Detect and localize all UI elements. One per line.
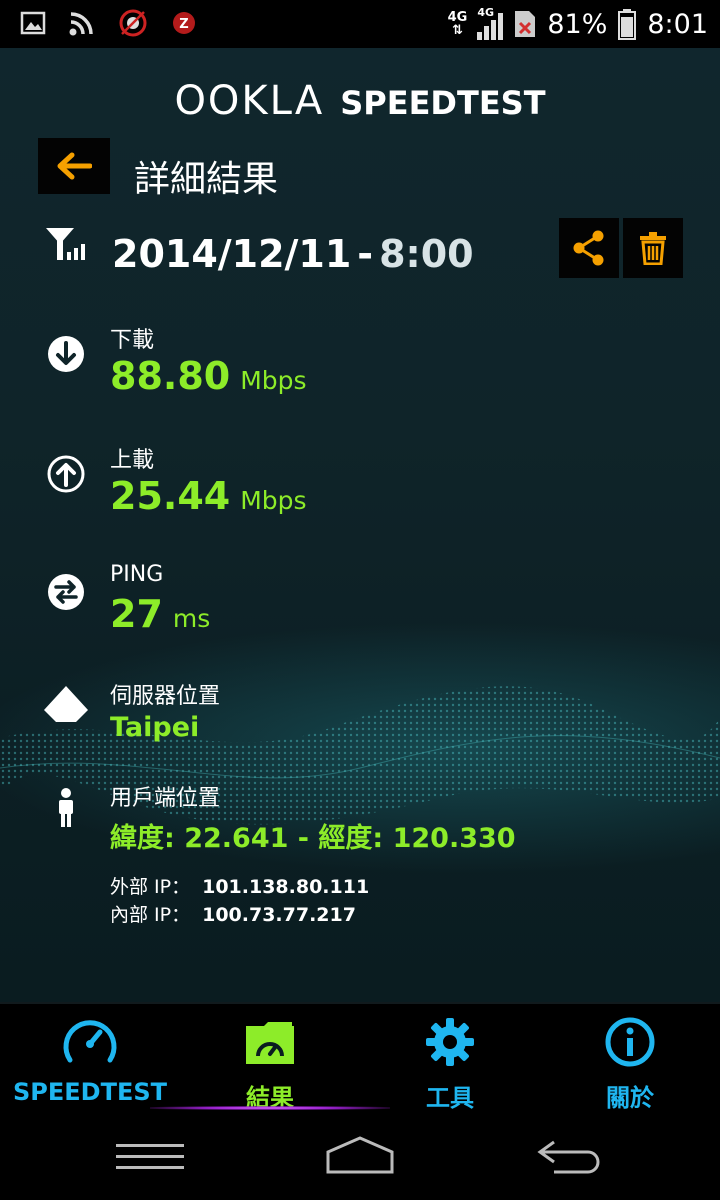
results-folder-icon [246,1022,294,1064]
ping-unit: ms [172,604,211,633]
speedometer-icon [63,1020,117,1063]
external-ip-label: 外部 IP： [110,876,191,898]
upload-unit: Mbps [240,486,307,515]
client-label: 用戶端位置 [110,786,221,811]
network-type-icon: 4G ⇅ [447,10,468,38]
connection-type-icon [46,228,85,260]
status-bar: Z 4G ⇅ 4G 81% 8:01 [0,0,720,48]
server-value: Taipei [110,712,200,743]
info-icon [605,1017,655,1067]
tab-about-label: 關於 [606,1084,654,1112]
bottom-tab-bar: SPEEDTEST 結果 工具 關於 [0,1002,720,1112]
download-unit: Mbps [240,366,307,395]
client-coordinates: 緯度: 22.641 - 經度: 120.330 [110,823,516,854]
app-logo: OOKLA SPEEDTEST [0,78,720,124]
signal-strength-icon: 4G [477,6,504,40]
tab-results[interactable]: 結果 [180,1016,360,1113]
trash-icon [640,232,666,265]
upload-label: 上載 [110,448,155,473]
rss-icon [69,12,93,36]
test-time: 8:00 [379,232,474,276]
alarm-app-icon [119,9,147,37]
no-sim-icon [515,11,536,37]
download-value: 88.80 Mbps [110,354,307,398]
gallery-icon [20,11,46,35]
upload-value: 25.44 Mbps [110,474,307,518]
back-button[interactable] [38,138,110,194]
clock: 8:01 [647,8,708,40]
ping-ms: 27 [110,592,163,636]
page-title: 詳細結果 [134,159,279,200]
tab-about[interactable]: 關於 [540,1016,720,1113]
share-button[interactable] [559,218,619,278]
home-icon[interactable] [324,1134,396,1178]
server-location-icon [44,686,88,722]
results-detail-panel: OOKLA SPEEDTEST 詳細結果 2014/12/11-8:00 下載 … [0,48,720,1002]
active-tab-indicator [150,1106,390,1110]
battery-icon [618,9,637,40]
test-datetime: 2014/12/11-8:00 [112,232,474,276]
internal-ip-row: 內部 IP： 100.73.77.217 [110,900,356,927]
server-label: 伺服器位置 [110,684,221,709]
download-icon [48,336,84,372]
logo-speedtest: SPEEDTEST [340,84,546,122]
arrow-left-icon [57,152,92,180]
user-location-icon [59,788,73,827]
internal-ip-value: 100.73.77.217 [202,904,356,926]
tab-speedtest[interactable]: SPEEDTEST [0,1016,180,1106]
battery-percent: 81% [547,8,608,40]
external-ip-value: 101.138.80.111 [202,876,370,898]
tab-speedtest-label: SPEEDTEST [12,1078,167,1106]
system-nav-bar [0,1112,720,1200]
upload-icon [47,455,85,493]
menu-icon[interactable] [114,1134,186,1178]
sleep-app-icon: Z [173,12,195,34]
internal-ip-label: 內部 IP： [110,904,191,926]
tab-tools[interactable]: 工具 [360,1016,540,1113]
upload-speed: 25.44 [110,474,231,518]
share-icon [573,230,604,266]
datetime-separator: - [357,232,374,276]
test-date: 2014/12/11 [112,232,352,276]
ping-icon [48,574,84,610]
download-speed: 88.80 [110,354,231,398]
download-label: 下載 [110,328,155,353]
ping-value: 27 ms [110,592,210,636]
delete-button[interactable] [623,218,683,278]
back-nav-icon[interactable] [534,1134,606,1178]
gear-icon [426,1018,474,1066]
tabbar-divider [0,1002,720,1004]
logo-ookla: OOKLA [174,78,325,124]
ping-label: PING [110,562,164,587]
svg-text:Z: Z [179,17,188,32]
external-ip-row: 外部 IP： 101.138.80.111 [110,872,369,899]
